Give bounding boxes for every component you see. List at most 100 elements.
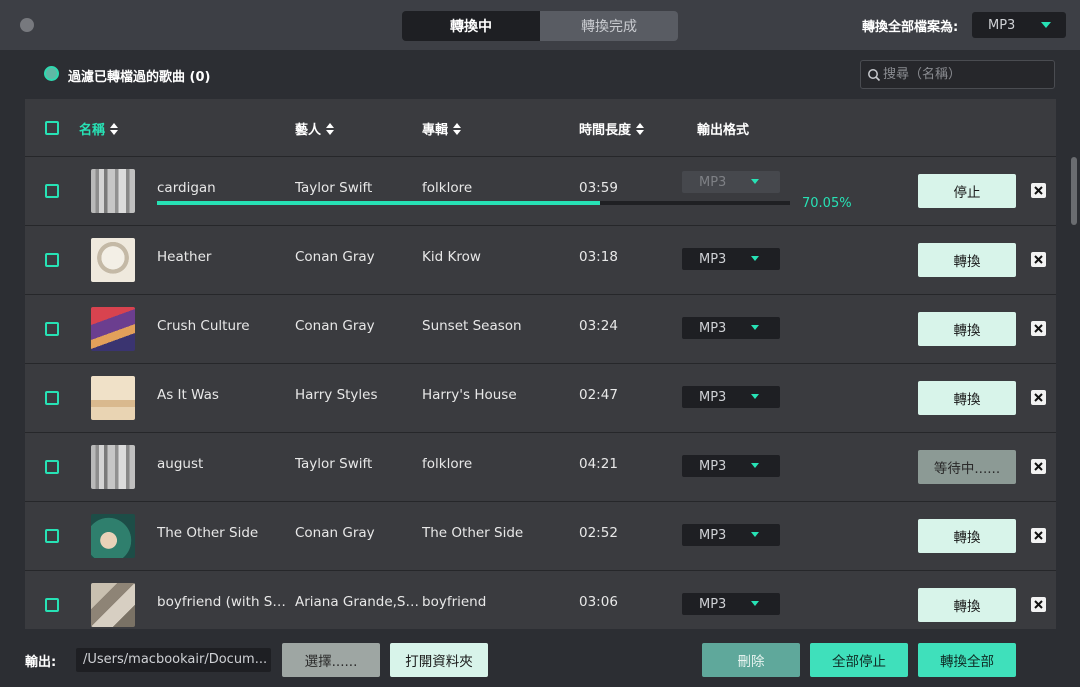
convert-button[interactable]: 轉換 (918, 381, 1016, 415)
table-row: boyfriend (with Soc... Ariana Grande,So.… (25, 571, 1056, 629)
search-field[interactable] (860, 60, 1055, 89)
row-checkbox[interactable] (45, 598, 59, 612)
row-format-value: MP3 (699, 596, 727, 612)
song-artist: Conan Gray (295, 249, 375, 265)
tab-converting[interactable]: 轉換中 (402, 11, 540, 41)
remove-row-button[interactable] (1031, 252, 1046, 267)
row-format-select[interactable]: MP3 (682, 248, 780, 270)
song-album: Kid Krow (422, 249, 481, 265)
close-icon (1034, 186, 1043, 195)
song-table: 名稱 藝人 專輯 時間長度 輸出格式 cardigan Taylor Swift… (25, 99, 1056, 629)
table-row: Heather Conan Gray Kid Krow 03:18 MP3 轉換 (25, 226, 1056, 295)
remove-row-button[interactable] (1031, 528, 1046, 543)
row-format-value: MP3 (699, 458, 727, 474)
global-format-select[interactable]: MP3 (972, 12, 1066, 38)
song-album: Sunset Season (422, 318, 522, 334)
sort-icon (110, 122, 119, 135)
album-cover-image (91, 307, 135, 351)
row-format-value: MP3 (699, 389, 727, 405)
song-duration: 04:21 (579, 456, 618, 472)
row-checkbox[interactable] (45, 460, 59, 474)
sort-icon (326, 122, 335, 135)
tab-converted[interactable]: 轉換完成 (540, 11, 678, 41)
song-artist: Ariana Grande,So... (295, 594, 422, 610)
row-checkbox[interactable] (45, 322, 59, 336)
close-icon (1034, 462, 1043, 471)
caret-down-icon (751, 532, 759, 537)
close-icon (1034, 600, 1043, 609)
delete-button[interactable]: 刪除 (702, 643, 800, 677)
stop-button[interactable]: 停止 (918, 174, 1016, 208)
search-icon (868, 68, 881, 81)
caret-down-icon (751, 256, 759, 261)
row-format-select[interactable]: MP3 (682, 455, 780, 477)
row-format-select[interactable]: MP3 (682, 386, 780, 408)
table-header: 名稱 藝人 專輯 時間長度 輸出格式 (25, 99, 1056, 157)
song-duration: 03:59 (579, 180, 618, 196)
filter-converted-radio[interactable] (44, 66, 59, 81)
row-checkbox[interactable] (45, 184, 59, 198)
song-title: august (157, 456, 204, 472)
column-title-header[interactable]: 名稱 (79, 119, 119, 138)
stop-all-button[interactable]: 全部停止 (810, 643, 908, 677)
remove-row-button[interactable] (1031, 321, 1046, 336)
song-artist: Taylor Swift (295, 456, 373, 472)
song-title: As It Was (157, 387, 219, 403)
row-format-select[interactable]: MP3 (682, 317, 780, 339)
row-format-select[interactable]: MP3 (682, 524, 780, 546)
status-tabs: 轉換中 轉換完成 (402, 11, 678, 41)
album-cover-image (91, 169, 135, 213)
caret-down-icon (751, 601, 759, 606)
close-icon (1034, 324, 1043, 333)
window-close-dot[interactable] (20, 18, 34, 32)
convert-button[interactable]: 轉換 (918, 243, 1016, 277)
remove-row-button[interactable] (1031, 183, 1046, 198)
song-album: boyfriend (422, 594, 487, 610)
row-format-value: MP3 (699, 174, 727, 190)
output-path-field: /Users/macbookair/Docum... (76, 648, 271, 672)
caret-down-icon (751, 179, 759, 184)
table-scrollbar[interactable] (1071, 157, 1077, 225)
table-row: The Other Side Conan Gray The Other Side… (25, 502, 1056, 571)
row-checkbox[interactable] (45, 529, 59, 543)
caret-down-icon (751, 325, 759, 330)
column-artist-header[interactable]: 藝人 (295, 119, 335, 138)
row-checkbox[interactable] (45, 253, 59, 267)
song-album: folklore (422, 180, 473, 196)
song-title: The Other Side (157, 525, 259, 541)
waiting-button[interactable]: 等待中...... (918, 450, 1016, 484)
search-input[interactable] (883, 67, 1043, 82)
row-format-value: MP3 (699, 320, 727, 336)
progress-bar (157, 201, 790, 205)
row-format-select: MP3 (682, 171, 780, 193)
convert-button[interactable]: 轉換 (918, 312, 1016, 346)
open-folder-button[interactable]: 打開資料夾 (390, 643, 488, 677)
column-album-header[interactable]: 專輯 (422, 119, 462, 138)
select-all-checkbox[interactable] (45, 121, 59, 135)
sort-icon (636, 122, 645, 135)
remove-row-button[interactable] (1031, 390, 1046, 405)
caret-down-icon (751, 463, 759, 468)
convert-all-button[interactable]: 轉換全部 (918, 643, 1016, 677)
row-format-select[interactable]: MP3 (682, 593, 780, 615)
album-cover-image (91, 445, 135, 489)
close-icon (1034, 255, 1043, 264)
progress-bar-fill (157, 201, 601, 205)
song-artist: Harry Styles (295, 387, 378, 403)
column-album-label: 專輯 (422, 123, 449, 138)
output-label: 輸出: (25, 655, 57, 670)
convert-button[interactable]: 轉換 (918, 588, 1016, 622)
row-checkbox[interactable] (45, 391, 59, 405)
convert-button[interactable]: 轉換 (918, 519, 1016, 553)
choose-folder-button[interactable]: 選擇...... (282, 643, 380, 677)
caret-down-icon (1041, 22, 1051, 28)
row-format-value: MP3 (699, 251, 727, 267)
remove-row-button[interactable] (1031, 597, 1046, 612)
column-format-header: 輸出格式 (697, 119, 749, 138)
row-format-value: MP3 (699, 527, 727, 543)
remove-row-button[interactable] (1031, 459, 1046, 474)
column-title-label: 名稱 (79, 123, 106, 138)
song-duration: 03:18 (579, 249, 618, 265)
column-duration-header[interactable]: 時間長度 (579, 119, 645, 138)
song-title: Crush Culture (157, 318, 250, 334)
